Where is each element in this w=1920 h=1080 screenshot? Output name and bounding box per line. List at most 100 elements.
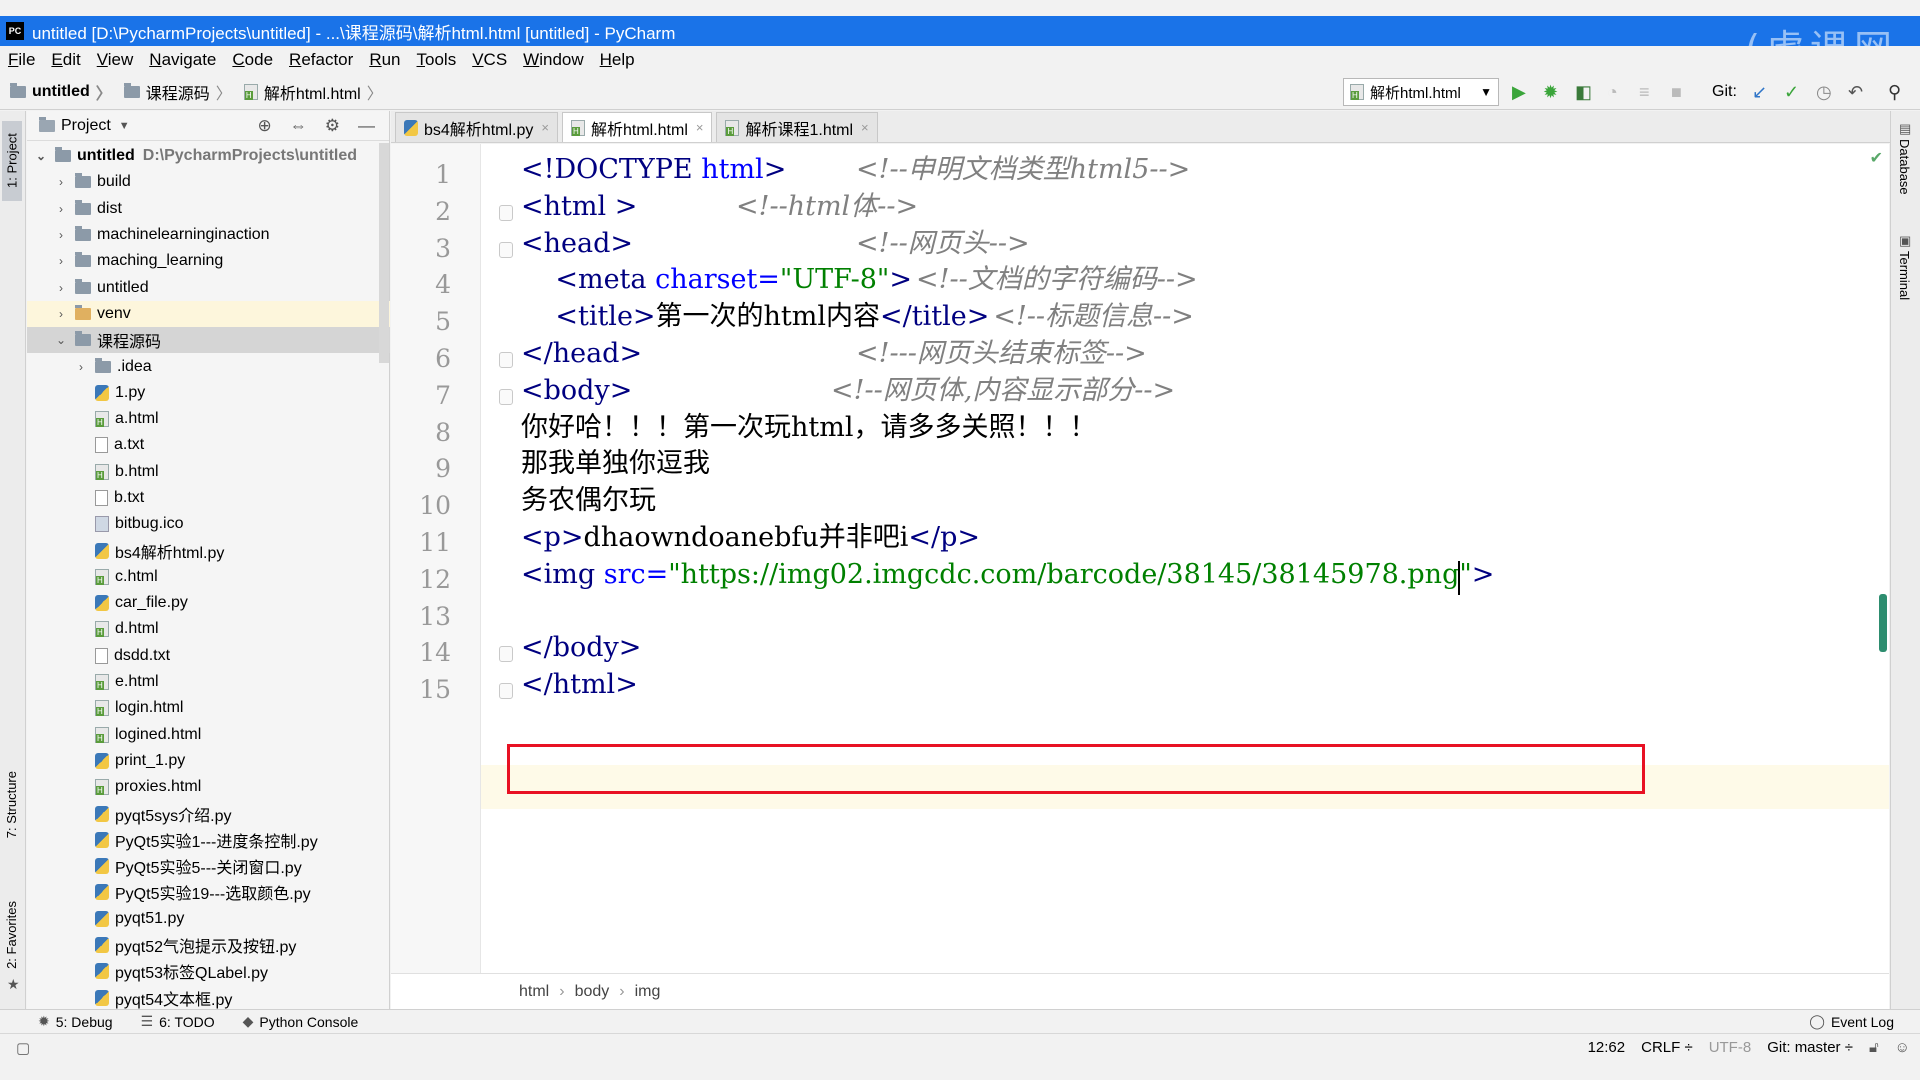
git-commit-icon[interactable]: ✓ (1784, 82, 1799, 103)
tree-item[interactable]: pyqt5sys介绍.py (27, 800, 390, 826)
tree-item[interactable]: › build (27, 169, 390, 195)
tree-item[interactable]: d.html (27, 616, 390, 642)
tree-item[interactable]: b.html (27, 459, 390, 485)
git-branch[interactable]: Git: master ÷ (1767, 1039, 1853, 1056)
tree-item[interactable]: a.txt (27, 432, 390, 458)
breadcrumb-item[interactable]: img (635, 983, 661, 1001)
tool-todo[interactable]: ☰ 6: TODO (141, 1013, 215, 1030)
chevron-down-icon[interactable]: ▼ (119, 120, 130, 132)
hide-icon[interactable]: — (358, 116, 375, 136)
tree-item[interactable]: PyQt5实验5---关闭窗口.py (27, 853, 390, 879)
file-encoding[interactable]: UTF-8 (1709, 1039, 1752, 1056)
concurrency-icon[interactable]: ≡ (1639, 82, 1650, 103)
menu-vcs[interactable]: VCS (464, 50, 515, 70)
editor-scroll-thumb[interactable] (1879, 594, 1887, 652)
code-line[interactable]: <img src="https://img02.imgcdc.com/barco… (521, 553, 1494, 597)
menu-navigate[interactable]: Navigate (141, 50, 224, 70)
project-view-select[interactable]: Project (61, 117, 111, 135)
tool-debug[interactable]: ✹ 5: Debug (38, 1013, 113, 1030)
menu-file[interactable]: File (0, 50, 43, 70)
fold-marker-icon[interactable] (499, 352, 513, 368)
tab-database[interactable]: Database (1897, 139, 1912, 195)
tree-item[interactable]: ⌄ 课程源码 (27, 327, 390, 354)
tab-project[interactable]: 1: Project (2, 121, 22, 201)
tree-item[interactable]: bitbug.ico (27, 511, 390, 537)
tree-item[interactable]: c.html (27, 564, 390, 590)
tree-item[interactable]: dsdd.txt (27, 643, 390, 669)
tree-item[interactable]: › machinelearninginaction (27, 222, 390, 248)
tab-favorites[interactable]: 2: Favorites (4, 901, 19, 969)
menu-run[interactable]: Run (361, 50, 408, 70)
fold-marker-icon[interactable] (499, 388, 513, 405)
caret-position[interactable]: 12:62 (1588, 1039, 1626, 1056)
tree-item[interactable]: › .idea (27, 353, 390, 379)
tree-item[interactable]: pyqt54文本框.py (27, 985, 390, 1011)
tree-item[interactable]: a.html (27, 406, 390, 432)
git-history-icon[interactable]: ◷ (1816, 82, 1832, 103)
git-revert-icon[interactable]: ↶ (1848, 82, 1863, 103)
editor-tab[interactable]: 解析课程1.html × (716, 112, 878, 142)
tree-item[interactable]: car_file.py (27, 590, 390, 616)
tree-item[interactable]: › dist (27, 196, 390, 222)
editor-scrollbar[interactable] (1875, 144, 1889, 973)
tree-item[interactable]: ⌄ untitled D:\PycharmProjects\untitled (27, 143, 390, 169)
tab-terminal[interactable]: Terminal (1897, 251, 1912, 300)
close-icon[interactable]: × (861, 120, 869, 135)
chevron-right-icon[interactable]: › (73, 360, 89, 374)
tree-item[interactable]: PyQt5实验19---选取颜色.py (27, 879, 390, 905)
chevron-right-icon[interactable]: › (53, 202, 69, 216)
tree-item[interactable]: bs4解析html.py (27, 537, 390, 563)
tree-item[interactable]: 1.py (27, 380, 390, 406)
code-line[interactable]: </html> (521, 663, 638, 707)
tree-item[interactable]: pyqt53标签QLabel.py (27, 958, 390, 984)
git-update-icon[interactable]: ↙ (1752, 82, 1767, 103)
chevron-right-icon[interactable]: › (53, 254, 69, 268)
fold-marker-icon[interactable] (499, 241, 513, 258)
nav-crumb-file[interactable]: 解析html.html 〉 (238, 80, 389, 104)
collapse-all-icon[interactable]: ⇔ (290, 116, 307, 136)
fold-marker-icon[interactable] (499, 683, 513, 700)
tree-item[interactable]: › venv (27, 300, 390, 328)
nav-crumb-project[interactable]: untitled 〉 (4, 80, 118, 104)
chevron-right-icon[interactable]: › (53, 228, 69, 242)
tree-item[interactable]: PyQt5实验1---进度条控制.py (27, 827, 390, 853)
tab-structure[interactable]: 7: Structure (4, 771, 19, 838)
stop-icon[interactable]: ■ (1671, 82, 1682, 103)
tool-python-console[interactable]: ◆ Python Console (243, 1013, 359, 1030)
editor-tab[interactable]: 解析html.html × (561, 112, 713, 142)
editor-tab[interactable]: bs4解析html.py × (395, 112, 558, 142)
profile-icon[interactable]: ◔ (1607, 82, 1618, 103)
inspector-icon[interactable]: ☺ (1895, 1039, 1910, 1056)
menu-view[interactable]: View (89, 50, 142, 70)
menu-refactor[interactable]: Refactor (281, 50, 361, 70)
line-separator[interactable]: CRLF ÷ (1641, 1039, 1693, 1056)
tree-item[interactable]: proxies.html (27, 774, 390, 800)
toggle-tool-windows-icon[interactable]: ▢ (16, 1039, 30, 1057)
chevron-right-icon[interactable]: › (53, 281, 69, 295)
chevron-right-icon[interactable]: › (53, 175, 69, 189)
tool-event-log[interactable]: ◯ Event Log (1809, 1013, 1894, 1030)
tree-item[interactable]: login.html (27, 695, 390, 721)
tree-item[interactable]: › maching_learning (27, 248, 390, 274)
fold-marker-icon[interactable] (499, 646, 513, 663)
breadcrumb-item[interactable]: html (519, 983, 549, 1001)
chevron-right-icon[interactable]: › (53, 307, 69, 321)
tree-item[interactable]: pyqt51.py (27, 906, 390, 932)
menu-help[interactable]: Help (592, 50, 643, 70)
chevron-down-icon[interactable]: ⌄ (53, 333, 69, 347)
debug-icon[interactable]: ✹ (1543, 82, 1558, 103)
run-icon[interactable]: ▶ (1512, 82, 1526, 103)
fold-marker-icon[interactable] (499, 204, 513, 221)
nav-crumb-folder[interactable]: 课程源码 〉 (118, 80, 238, 104)
menu-edit[interactable]: Edit (43, 50, 88, 70)
project-scrollbar[interactable] (379, 143, 389, 363)
code-editor[interactable]: 1 2 3 4 5 6 7 8 9 10 11 12 13 14 15 <!DOCTYPE html> <!-… (391, 144, 1889, 973)
tree-item[interactable]: b.txt (27, 485, 390, 511)
close-icon[interactable]: × (696, 120, 704, 135)
tree-item[interactable]: e.html (27, 669, 390, 695)
tree-item[interactable]: pyqt52气泡提示及按钮.py (27, 932, 390, 958)
tree-item[interactable]: logined.html (27, 722, 390, 748)
gear-icon[interactable]: ⚙ (325, 116, 340, 136)
menu-window[interactable]: Window (515, 50, 591, 70)
run-configuration-select[interactable]: 解析html.html ▼ (1343, 78, 1499, 106)
